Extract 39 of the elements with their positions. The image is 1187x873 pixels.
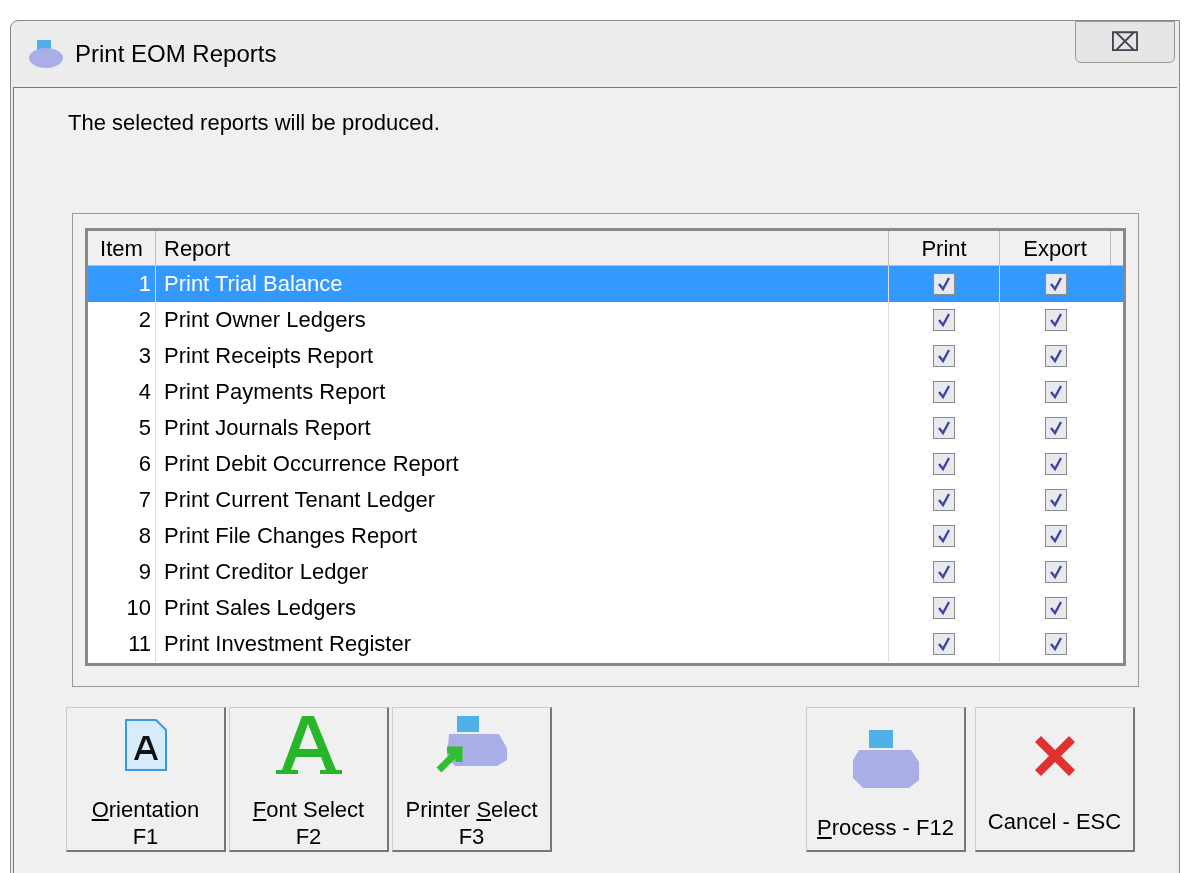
checkbox[interactable]	[933, 597, 955, 619]
process-button[interactable]: Process - F12	[806, 707, 966, 852]
checkbox[interactable]	[1044, 273, 1067, 295]
checkbox[interactable]	[933, 417, 955, 439]
checkbox[interactable]	[1044, 453, 1067, 475]
checkbox[interactable]	[933, 633, 955, 655]
checkbox[interactable]	[1044, 489, 1067, 511]
printer-select-button[interactable]: Printer Select F3	[392, 707, 552, 852]
checkbox[interactable]	[1044, 309, 1067, 331]
message-text: The selected reports will be produced.	[68, 109, 441, 137]
checkbox[interactable]	[933, 453, 955, 475]
checkbox[interactable]	[933, 345, 955, 367]
font-button[interactable]: Font Select F2	[229, 707, 389, 852]
checkbox[interactable]	[1044, 633, 1067, 655]
checkbox[interactable]	[933, 309, 955, 331]
printer-icon	[850, 728, 921, 790]
column-header[interactable]: Report	[156, 231, 889, 265]
checkbox[interactable]	[933, 525, 955, 547]
checkbox[interactable]	[933, 561, 955, 583]
checkbox[interactable]	[1044, 381, 1067, 403]
printer-icon	[27, 38, 65, 70]
column-header[interactable]: Print	[889, 231, 1000, 265]
checkbox[interactable]	[1044, 345, 1067, 367]
checkbox[interactable]	[933, 381, 955, 403]
checkbox[interactable]	[1044, 525, 1067, 547]
window-title: Print EOM Reports	[75, 39, 277, 69]
orientation-button[interactable]: Orientation F1	[66, 707, 226, 852]
letter-icon	[273, 714, 344, 776]
item-number: 11	[88, 626, 156, 662]
checkbox[interactable]	[933, 489, 955, 511]
column-header[interactable]: Export	[1000, 231, 1111, 265]
cancel-button[interactable]: Cancel - ESC	[975, 707, 1135, 852]
close-button[interactable]: ⌧	[1075, 21, 1175, 63]
checkbox[interactable]	[933, 273, 955, 295]
report-name: Print Investment Register	[156, 626, 889, 662]
checkbox[interactable]	[1044, 597, 1067, 619]
checkbox[interactable]	[1044, 561, 1067, 583]
column-header[interactable]: Item	[88, 231, 156, 265]
checkbox[interactable]	[1044, 417, 1067, 439]
